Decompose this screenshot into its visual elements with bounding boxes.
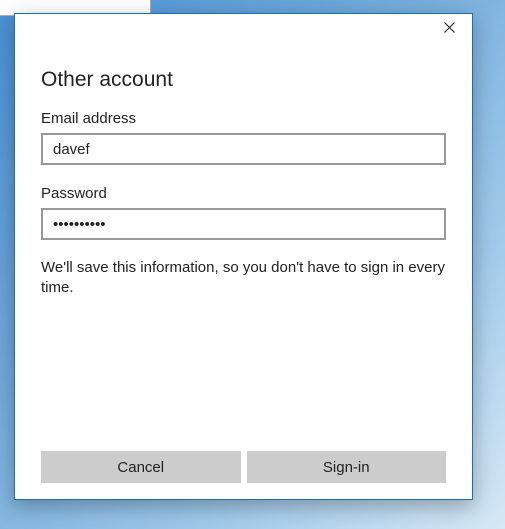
dialog-button-row: Cancel Sign-in bbox=[15, 451, 472, 499]
password-label: Password bbox=[41, 185, 446, 202]
close-button[interactable] bbox=[427, 14, 472, 44]
cancel-button[interactable]: Cancel bbox=[41, 451, 241, 483]
email-field[interactable] bbox=[41, 133, 446, 165]
save-info-text: We'll save this information, so you don'… bbox=[41, 258, 446, 297]
dialog-titlebar bbox=[15, 14, 472, 54]
signin-dialog: Other account Email address Password We'… bbox=[14, 13, 473, 500]
signin-button[interactable]: Sign-in bbox=[247, 451, 447, 483]
dialog-heading: Other account bbox=[41, 68, 446, 92]
email-label: Email address bbox=[41, 110, 446, 127]
password-field[interactable] bbox=[41, 208, 446, 240]
close-icon bbox=[444, 20, 455, 38]
dialog-content: Other account Email address Password We'… bbox=[15, 54, 472, 451]
